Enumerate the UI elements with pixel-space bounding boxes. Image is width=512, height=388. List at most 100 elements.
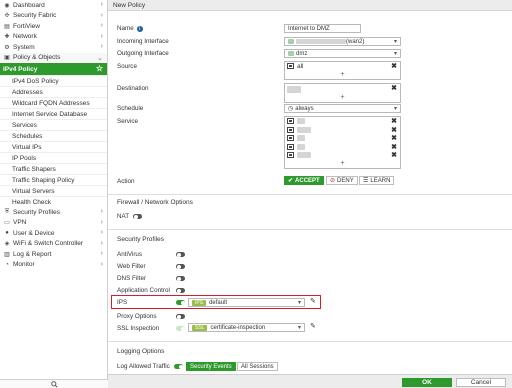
nat-toggle[interactable] — [133, 214, 142, 219]
info-icon: i — [136, 25, 143, 32]
divider — [108, 194, 512, 195]
interface-icon — [288, 39, 294, 44]
proxy-options-toggle[interactable] — [176, 314, 185, 319]
sidebar-item[interactable]: ⛨ Security Profiles › — [0, 207, 107, 218]
app-control-toggle[interactable] — [176, 288, 185, 293]
blurred-text — [297, 118, 305, 125]
sidebar-item-label: Network — [13, 33, 37, 41]
remove-icon[interactable]: ✖ — [391, 62, 397, 70]
remove-icon[interactable]: ✖ — [391, 143, 397, 151]
sidebar-item-ipv4-policy[interactable]: IPv4 Policy ☆ — [0, 63, 107, 75]
sidebar-item-label: FortiView — [13, 22, 40, 30]
sidebar-subitem[interactable]: Health Check — [0, 196, 107, 207]
sidebar-item[interactable]: ● User & Device › — [0, 228, 107, 239]
outgoing-interface-select[interactable]: dmz ▾ — [284, 49, 401, 58]
sidebar-item-label: WiFi & Switch Controller — [13, 240, 84, 248]
add-source-button[interactable]: + — [285, 71, 400, 79]
sidebar-subitem[interactable]: Schedules — [0, 130, 107, 141]
sidebar-item[interactable]: ◈ WiFi & Switch Controller › — [0, 239, 107, 250]
dns-filter-toggle[interactable] — [176, 276, 185, 281]
ssl-value: certificate-inspection — [210, 324, 266, 331]
web-filter-toggle[interactable] — [176, 264, 185, 269]
add-service-button[interactable]: + — [285, 160, 400, 168]
all-sessions-option[interactable]: All Sessions — [237, 362, 278, 371]
name-field[interactable]: Internet to DMZ — [284, 24, 361, 33]
sidebar-subitem[interactable]: IP Pools — [0, 152, 107, 163]
sidebar-subitem[interactable]: Traffic Shaping Policy — [0, 174, 107, 185]
policy-icon: ▣ — [4, 55, 10, 62]
sidebar-subitem[interactable]: Wildcard FQDN Addresses — [0, 97, 107, 108]
ssl-inspection-toggle[interactable] — [176, 326, 185, 331]
sidebar-item[interactable]: ✚ Network › — [0, 32, 107, 43]
user-icon: ● — [5, 230, 9, 237]
sidebar-subitem[interactable]: IPv4 DoS Policy — [0, 75, 107, 86]
sidebar-subitem[interactable]: Internet Service Database — [0, 108, 107, 119]
ssl-profile-select[interactable]: SSL certificate-inspection ▾ — [188, 323, 305, 332]
nat-label: NAT — [117, 213, 130, 220]
chevron-down-icon: ▾ — [393, 39, 397, 45]
gear-icon: ⚙ — [4, 44, 10, 51]
sidebar-subitem[interactable]: Services — [0, 119, 107, 130]
chevron-icon: › — [100, 1, 103, 8]
source-value: all — [297, 62, 304, 70]
sidebar-item[interactable]: ◉ Dashboard › — [0, 0, 107, 11]
remove-icon[interactable]: ✖ — [391, 151, 397, 159]
sidebar-item-label: Traffic Shapers — [12, 165, 56, 173]
service-entry: ✖ — [285, 126, 400, 135]
antivirus-label: AntiVirus — [117, 251, 143, 258]
remove-icon[interactable]: ✖ — [391, 117, 397, 125]
remove-icon[interactable]: ✖ — [391, 84, 397, 92]
service-icon — [287, 118, 294, 125]
name-value: Internet to DMZ — [288, 25, 330, 32]
star-icon[interactable]: ☆ — [96, 64, 103, 73]
web-filter-label: Web Filter — [117, 263, 146, 270]
schedule-select[interactable]: ◷ always ▾ — [284, 104, 401, 113]
incoming-value: (wan2) — [346, 38, 365, 45]
sidebar-item-label: Dashboard — [13, 1, 45, 9]
sidebar-item[interactable]: ✣ Security Fabric › — [0, 11, 107, 22]
sidebar-subitem[interactable]: Addresses — [0, 86, 107, 97]
add-destination-button[interactable]: + — [285, 94, 400, 102]
sidebar-subitem[interactable]: Virtual IPs — [0, 141, 107, 152]
sidebar-search-button[interactable] — [0, 379, 108, 388]
source-field[interactable]: all ✖ + — [284, 61, 401, 80]
sidebar-item-label: Health Check — [12, 198, 52, 206]
destination-field[interactable]: ✖ + — [284, 83, 401, 103]
sidebar-item-label: Schedules — [12, 132, 43, 140]
sidebar-item-label: Log & Report — [13, 250, 52, 258]
sidebar-item-label: Traffic Shaping Policy — [12, 176, 75, 184]
sidebar-item[interactable]: ▥ Log & Report › — [0, 249, 107, 260]
learn-label: LEARN — [370, 177, 391, 184]
sidebar-item[interactable]: ▤ FortiView › — [0, 21, 107, 32]
learn-button[interactable]: ☰ LEARN — [359, 176, 395, 185]
sidebar-item-label: Addresses — [12, 88, 43, 96]
dns-filter-label: DNS Filter — [117, 275, 147, 282]
chevron-icon: › — [100, 229, 103, 236]
remove-icon[interactable]: ✖ — [391, 134, 397, 142]
destination-label: Destination — [117, 85, 149, 92]
shield-icon: ⛨ — [4, 208, 10, 215]
remove-icon[interactable]: ✖ — [391, 126, 397, 134]
sidebar-item[interactable]: ⚙ System › — [0, 42, 107, 53]
edit-icon[interactable]: ✎ — [310, 322, 316, 330]
sidebar-subitem[interactable]: Traffic Shapers — [0, 163, 107, 174]
sidebar-item-label: Internet Service Database — [12, 110, 88, 118]
sidebar-item[interactable]: ◔ Monitor › — [0, 260, 107, 271]
sidebar-subitem[interactable]: Virtual Servers — [0, 185, 107, 196]
incoming-interface-select[interactable]: (wan2) ▾ — [284, 37, 401, 46]
divider — [108, 341, 512, 342]
ok-button[interactable]: OK — [402, 378, 452, 387]
accept-button[interactable]: ✔ ACCEPT — [284, 176, 324, 185]
log-allowed-label: Log Allowed Traffic — [117, 363, 170, 370]
service-field[interactable]: ✖ ✖ ✖ ✖ ✖ + — [284, 116, 401, 169]
log-allowed-toggle[interactable] — [174, 364, 183, 369]
security-events-option[interactable]: Security Events — [186, 362, 236, 371]
vpn-icon: ▭ — [4, 220, 10, 227]
sidebar-item[interactable]: ▣ Policy & Objects ⌄ — [0, 52, 107, 63]
deny-button[interactable]: ⊘ DENY — [326, 176, 358, 185]
antivirus-toggle[interactable] — [176, 252, 185, 257]
cancel-button[interactable]: Cancel — [456, 378, 506, 387]
service-icon — [287, 143, 294, 150]
sidebar-item[interactable]: ▭ VPN › — [0, 218, 107, 229]
service-icon — [287, 135, 294, 142]
